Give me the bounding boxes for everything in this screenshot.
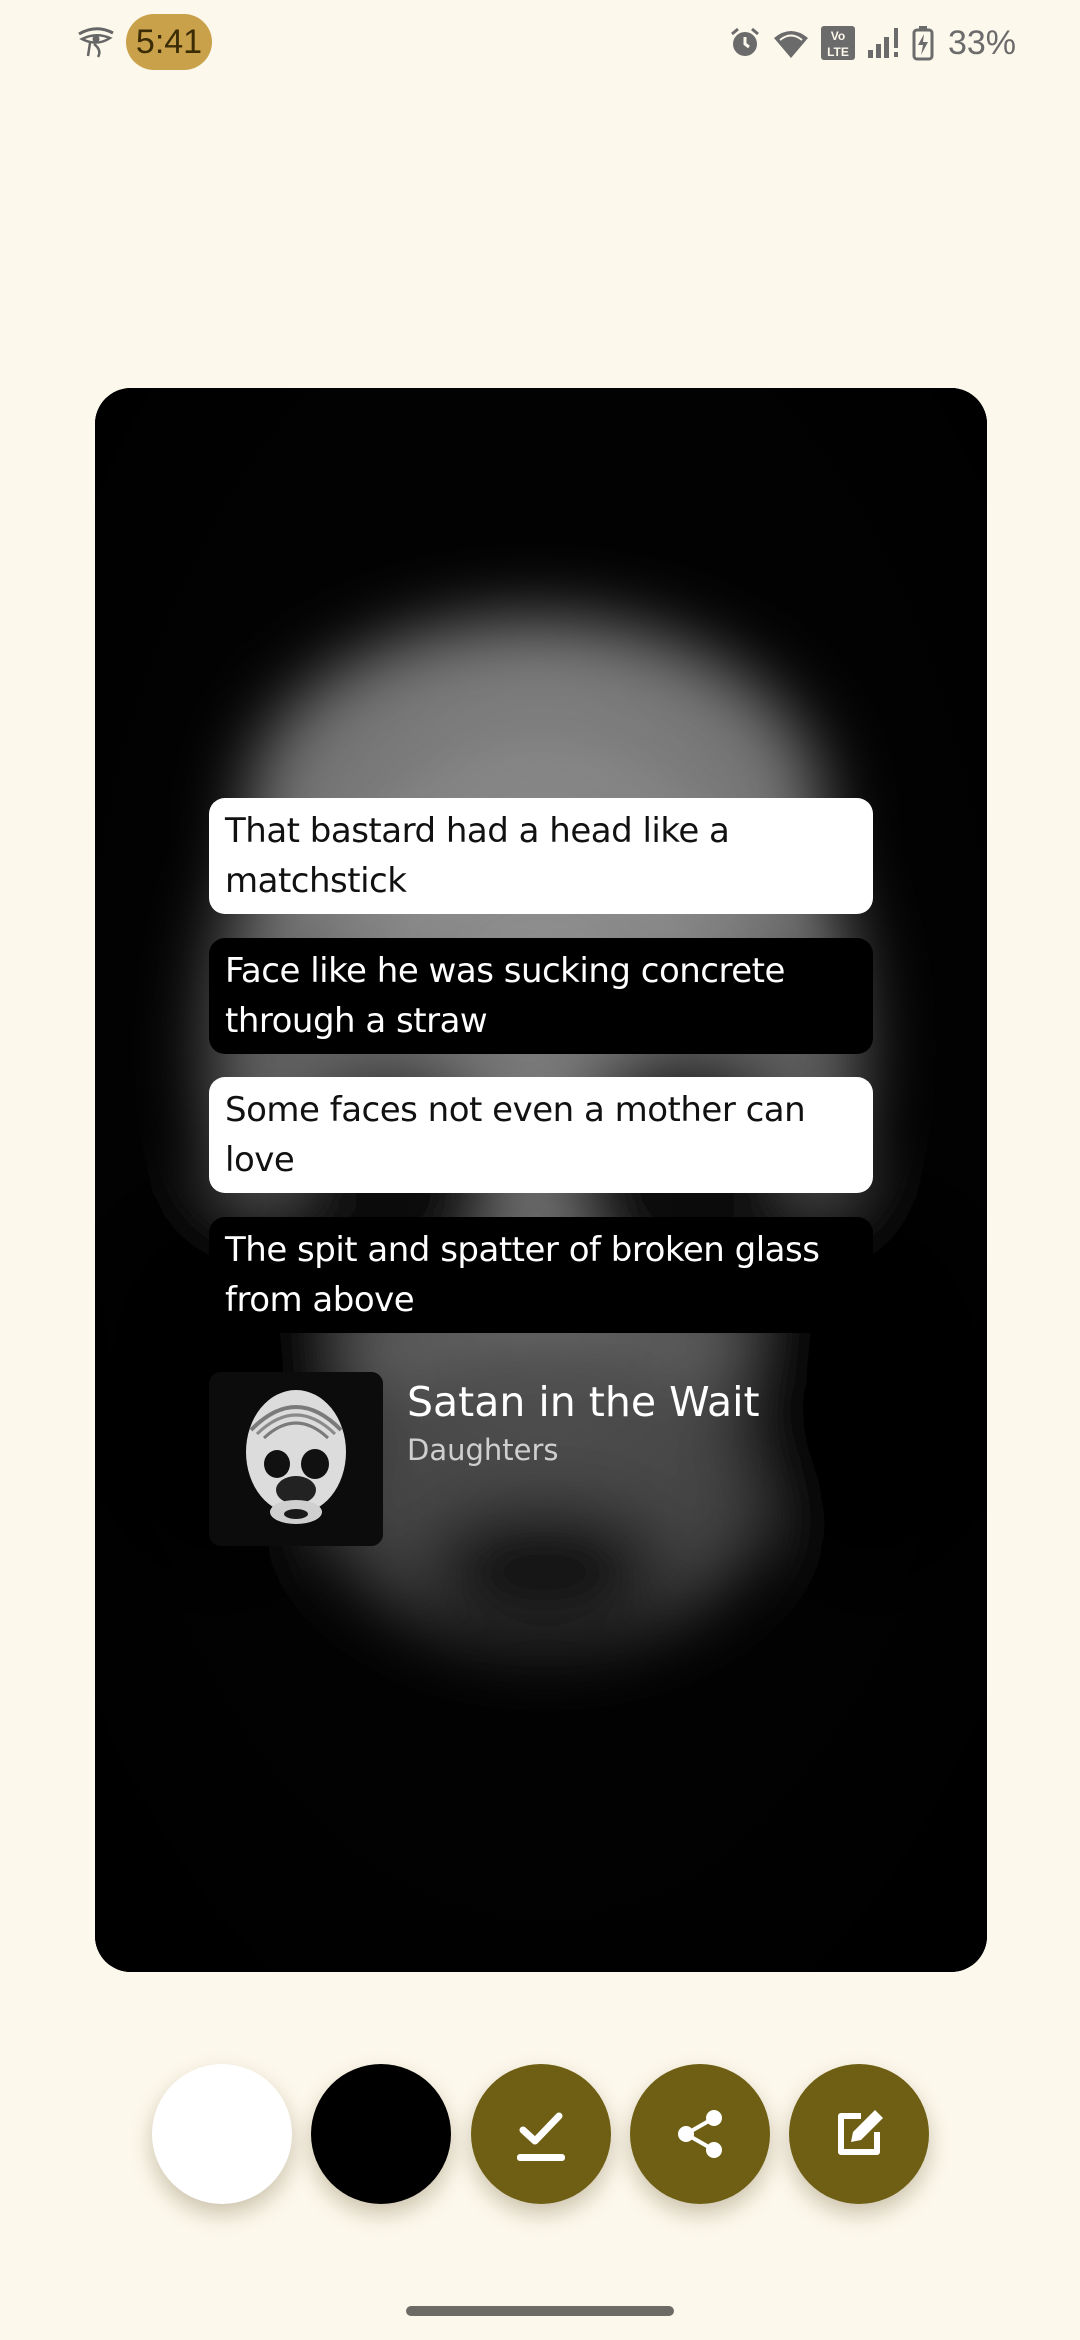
lyric-card: That bastard had a head like a matchstic…	[95, 388, 987, 1972]
save-button[interactable]	[471, 2064, 611, 2204]
signal-icon	[867, 28, 898, 58]
home-indicator[interactable]	[406, 2306, 674, 2316]
eye-of-horus-icon	[78, 27, 114, 58]
white-background-button[interactable]	[152, 2064, 292, 2204]
battery-charging-icon	[912, 26, 934, 61]
status-icons: Vo LTE 33%	[728, 20, 1016, 66]
share-button[interactable]	[630, 2064, 770, 2204]
check-icon	[517, 2112, 565, 2161]
black-background-button[interactable]	[311, 2064, 451, 2204]
song-title: Satan in the Wait	[407, 1378, 760, 1426]
wifi-icon	[773, 31, 808, 58]
lyric-line[interactable]: Face like he was sucking concrete throug…	[209, 938, 873, 1054]
svg-text:Vo: Vo	[831, 29, 845, 43]
song-artist: Daughters	[407, 1433, 559, 1467]
status-bar: 5:41 Vo LTE 33%	[0, 0, 1080, 86]
lyric-line[interactable]: That bastard had a head like a matchstic…	[209, 798, 873, 914]
lyric-line[interactable]: The spit and spatter of broken glass fro…	[209, 1217, 873, 1333]
share-icon	[678, 2110, 722, 2158]
edit-icon	[838, 2110, 883, 2155]
alarm-icon	[730, 27, 759, 56]
edit-button[interactable]	[789, 2064, 929, 2204]
action-bar	[0, 2064, 1080, 2204]
svg-text:LTE: LTE	[827, 45, 849, 59]
lyric-line[interactable]: Some faces not even a mother can love	[209, 1077, 873, 1193]
battery-percent: 33%	[947, 23, 1016, 62]
volte-icon: Vo LTE	[820, 26, 855, 60]
mask-face-artwork	[209, 1372, 383, 1546]
album-art-thumbnail	[209, 1372, 383, 1546]
status-time: 5:41	[126, 14, 212, 70]
